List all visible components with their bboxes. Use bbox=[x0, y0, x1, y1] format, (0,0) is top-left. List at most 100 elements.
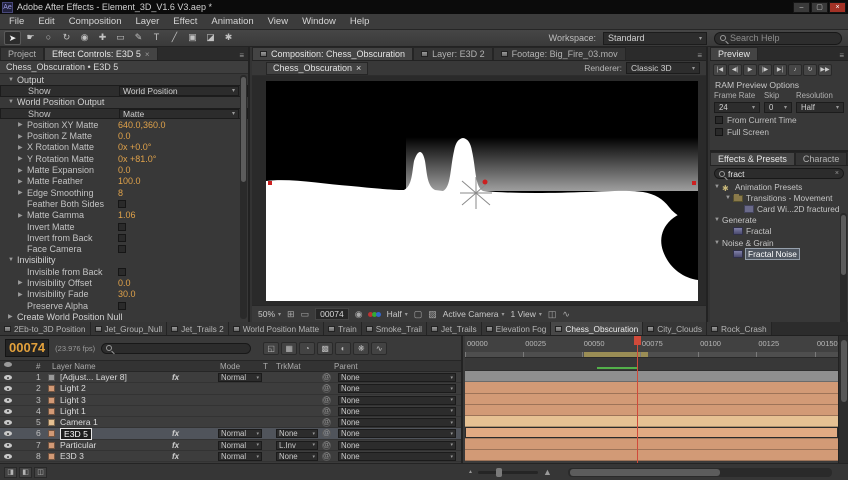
workspace-dropdown[interactable]: Standard ▾ bbox=[603, 31, 707, 45]
grid-guides-icon[interactable]: ⊞ bbox=[287, 309, 295, 320]
layer-name[interactable]: Light 3 bbox=[60, 395, 86, 406]
property-checkbox[interactable] bbox=[118, 199, 126, 208]
twirl-arrow-icon[interactable]: ▶ bbox=[18, 212, 27, 219]
viewport-timecode[interactable]: 00074 bbox=[315, 308, 349, 320]
motion-blur-icon[interactable]: ◐ bbox=[335, 341, 352, 355]
menu-item[interactable]: Animation bbox=[204, 14, 260, 29]
property-value[interactable]: 0.0 bbox=[118, 278, 131, 288]
visibility-eye-icon[interactable] bbox=[4, 375, 12, 380]
parent-pickwhip-icon[interactable]: @ bbox=[322, 373, 331, 382]
property-checkbox[interactable] bbox=[118, 267, 126, 276]
previous-frame-button[interactable]: ◀| bbox=[728, 64, 742, 76]
tab-effects-presets[interactable]: Effects & Presets bbox=[710, 152, 795, 165]
comp-tab[interactable]: Train bbox=[324, 322, 362, 335]
effects-search-input[interactable]: fract × bbox=[714, 168, 844, 179]
zoom-in-timeline-icon[interactable]: ▲ bbox=[543, 467, 552, 477]
show-channel-icon[interactable] bbox=[367, 311, 381, 317]
frame-blending-icon[interactable]: ▩ bbox=[317, 341, 334, 355]
twirl-arrow-icon[interactable]: ▼ bbox=[8, 99, 17, 105]
zoom-tool-icon[interactable]: ○ bbox=[40, 31, 57, 45]
property-value[interactable]: 0.0 bbox=[118, 165, 131, 175]
panel-menu-icon[interactable]: ≡ bbox=[835, 51, 848, 60]
twirl-arrow-icon[interactable]: ▶ bbox=[18, 133, 27, 140]
property-value[interactable]: 100.0 bbox=[118, 176, 141, 186]
property-value[interactable]: 640.0,360.0 bbox=[118, 120, 166, 130]
comp-tab[interactable]: Jet_Trails 2 bbox=[167, 322, 229, 335]
effects-tree-item[interactable]: Fractal Noise bbox=[710, 247, 848, 260]
layer-row[interactable]: 1 [Adjust... Layer 8] fx Normal▾ ▾ @ Non… bbox=[0, 372, 461, 384]
parent-dropdown[interactable]: None ▾ bbox=[338, 406, 456, 416]
pan-behind-tool-icon[interactable]: ✚ bbox=[94, 31, 111, 45]
mask-shape-tool-icon[interactable]: ▭ bbox=[112, 31, 129, 45]
first-frame-button[interactable]: |◀ bbox=[713, 64, 727, 76]
parent-dropdown[interactable]: None ▾ bbox=[338, 452, 456, 462]
menu-item[interactable]: View bbox=[261, 14, 295, 29]
comp-tab[interactable]: Jet_Group_Null bbox=[90, 322, 168, 335]
layer-row[interactable]: 3 Light 3 ▾ ▾ @ None▾ bbox=[0, 394, 461, 406]
parent-dropdown[interactable]: None ▾ bbox=[338, 395, 456, 405]
menu-item[interactable]: Edit bbox=[31, 14, 61, 29]
parent-dropdown[interactable]: None ▾ bbox=[338, 418, 456, 428]
property-checkbox[interactable] bbox=[118, 301, 126, 310]
panel-menu-icon[interactable]: ≡ bbox=[235, 51, 248, 60]
layer-row[interactable]: 4 Light 1 ▾ ▾ @ None▾ bbox=[0, 405, 461, 418]
visibility-eye-icon[interactable] bbox=[4, 397, 12, 403]
current-time-display[interactable]: 00074 bbox=[5, 339, 50, 357]
parent-dropdown[interactable]: None ▾ bbox=[338, 429, 456, 439]
visibility-eye-icon[interactable] bbox=[4, 420, 12, 426]
layer-duration-bar[interactable] bbox=[465, 438, 838, 451]
layer-color-chip[interactable] bbox=[48, 453, 55, 461]
help-search-input[interactable]: Search Help bbox=[714, 31, 842, 45]
visibility-eye-icon[interactable] bbox=[4, 408, 12, 414]
clone-stamp-tool-icon[interactable]: ▣ bbox=[184, 31, 201, 45]
loop-button[interactable]: ↻ bbox=[803, 64, 817, 76]
hand-tool-icon[interactable]: ☛ bbox=[22, 31, 39, 45]
fx-badge[interactable]: fx bbox=[172, 451, 179, 462]
current-time-indicator-handle[interactable] bbox=[634, 336, 642, 345]
effects-tree-item[interactable]: ▼ Animation Presets bbox=[710, 181, 848, 192]
expand-in-out-columns-icon[interactable]: ◫ bbox=[34, 467, 47, 478]
tab-effect-controls[interactable]: Effect Controls: E3D 5 × bbox=[44, 47, 158, 60]
resolution-dropdown[interactable]: Half ▾ bbox=[387, 309, 408, 319]
rotation-tool-icon[interactable]: ↻ bbox=[58, 31, 75, 45]
layer-row[interactable]: 7 Particular fx Normal ▾ L.Inv ▾ @ None ▾ bbox=[0, 439, 461, 452]
layer-name[interactable]: Particular bbox=[60, 440, 96, 451]
tab-preview[interactable]: Preview bbox=[710, 47, 759, 60]
layer-color-chip[interactable] bbox=[48, 385, 55, 393]
layer-name[interactable]: Light 2 bbox=[60, 383, 86, 394]
tab-character[interactable]: Characte bbox=[794, 152, 848, 165]
layer-name[interactable]: E3D 3 bbox=[60, 451, 84, 462]
skip-dropdown[interactable]: 0 ▾ bbox=[764, 102, 792, 113]
property-value[interactable]: 0.0 bbox=[118, 131, 131, 141]
layer-color-chip[interactable] bbox=[48, 374, 55, 381]
property-checkbox[interactable] bbox=[118, 222, 126, 231]
work-area-bar[interactable] bbox=[465, 352, 838, 357]
blend-mode-dropdown[interactable]: Normal ▾ bbox=[218, 373, 262, 382]
menu-item[interactable]: Layer bbox=[129, 14, 167, 29]
menu-item[interactable]: File bbox=[2, 14, 31, 29]
property-value[interactable]: 0x +81.0° bbox=[118, 154, 156, 164]
region-of-interest-icon[interactable]: ▢ bbox=[414, 309, 423, 320]
twirl-arrow-icon[interactable]: ▶ bbox=[18, 291, 27, 298]
timeline-search-input[interactable] bbox=[101, 342, 252, 354]
close-button[interactable]: × bbox=[829, 1, 846, 13]
layer-name[interactable]: Camera 1 bbox=[60, 417, 98, 428]
effect-panel-scrollbar[interactable] bbox=[240, 75, 247, 319]
renderer-dropdown[interactable]: Classic 3D ▾ bbox=[626, 62, 700, 74]
blend-mode-dropdown[interactable]: Normal ▾ bbox=[218, 440, 262, 450]
layer-color-chip[interactable] bbox=[48, 419, 55, 427]
parent-dropdown[interactable]: None ▾ bbox=[338, 373, 456, 382]
fx-badge[interactable]: fx bbox=[172, 428, 179, 439]
track-matte-dropdown[interactable]: None ▾ bbox=[276, 452, 318, 462]
comp-tab[interactable]: 2Eb-to_3D Position bbox=[0, 322, 91, 335]
parent-pickwhip-icon[interactable]: @ bbox=[322, 440, 331, 450]
property-value[interactable]: 0x +0.0° bbox=[118, 142, 151, 152]
property-dropdown[interactable]: Matte ▾ bbox=[119, 108, 239, 119]
comp-canvas[interactable] bbox=[266, 81, 698, 301]
layer-duration-bar[interactable] bbox=[465, 393, 838, 405]
twirl-arrow-icon[interactable]: ▼ bbox=[714, 240, 722, 246]
effects-tree-item[interactable]: ▼ Generate bbox=[710, 215, 848, 226]
magnification-dropdown[interactable]: 50% ▾ bbox=[258, 309, 281, 319]
twirl-arrow-icon[interactable]: ▼ bbox=[725, 195, 733, 201]
timeline-horizontal-scrollbar[interactable] bbox=[568, 468, 832, 477]
